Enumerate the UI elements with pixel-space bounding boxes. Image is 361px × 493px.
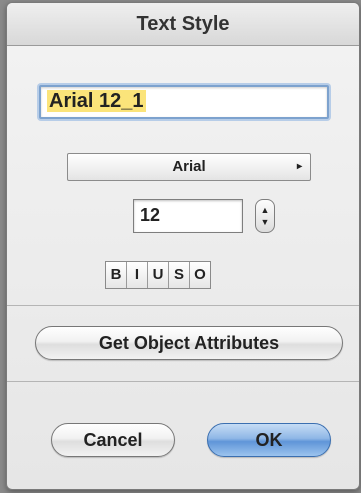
shadow-button[interactable]: S	[169, 262, 190, 288]
popup-arrow-icon: ▸	[296, 161, 302, 172]
font-popup-label: Arial	[172, 158, 206, 175]
divider	[7, 305, 359, 306]
title-bar[interactable]: Text Style	[7, 3, 359, 46]
text-style-dialog: Text Style Arial 12_1 Arial ▸ 12 ▲ ▼ B I…	[6, 2, 360, 490]
stepper-up-icon[interactable]: ▲	[261, 204, 270, 216]
divider	[7, 381, 359, 382]
underline-button[interactable]: U	[148, 262, 169, 288]
font-size-input[interactable]: 12	[133, 199, 243, 233]
get-object-attributes-button[interactable]: Get Object Attributes	[35, 326, 343, 360]
style-name-input[interactable]: Arial 12_1	[39, 85, 329, 119]
font-size-stepper[interactable]: ▲ ▼	[255, 199, 275, 233]
style-segmented-control: B I U S O	[105, 261, 211, 289]
font-popup-button[interactable]: Arial ▸	[67, 153, 311, 181]
bold-button[interactable]: B	[106, 262, 127, 288]
stepper-down-icon[interactable]: ▼	[261, 216, 270, 228]
ok-button[interactable]: OK	[207, 423, 331, 457]
outline-button[interactable]: O	[190, 262, 210, 288]
font-size-value: 12	[140, 205, 161, 225]
cancel-button[interactable]: Cancel	[51, 423, 175, 457]
italic-button[interactable]: I	[127, 262, 148, 288]
style-name-value: Arial 12_1	[47, 90, 146, 112]
dialog-title: Text Style	[136, 12, 230, 35]
